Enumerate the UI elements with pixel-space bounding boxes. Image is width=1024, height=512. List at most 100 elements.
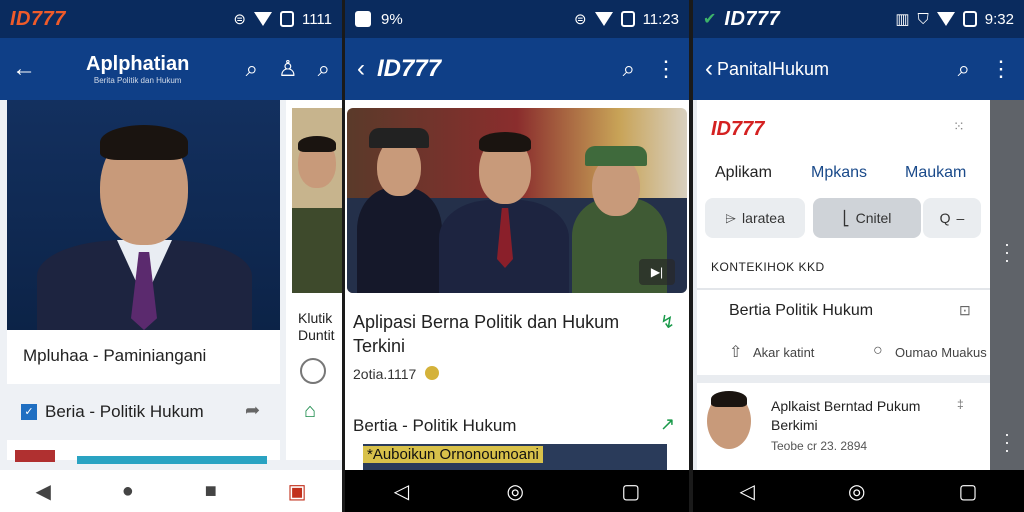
share-icon[interactable]: ⇧ (729, 342, 742, 362)
officer-cap (369, 128, 429, 148)
news-item[interactable]: Aplkaist Berntad Pukum Berkimi ‡ Teobe c… (697, 383, 990, 473)
sync-icon: ⊜ (233, 11, 246, 28)
logo-text: ID777 (711, 118, 765, 140)
search-button[interactable]: Q – (923, 198, 981, 238)
filter-button-2[interactable]: ⎣ Cnitel (813, 198, 921, 238)
tab-3[interactable]: Maukam (905, 164, 966, 182)
checkbox-icon[interactable]: ✓ (21, 404, 37, 420)
clock: 1111 (301, 10, 332, 28)
headline-title[interactable]: Aplipasi Berna Politik dan Hukum Terkini (353, 310, 633, 358)
recents-nav-icon[interactable]: ▢ (959, 479, 978, 504)
home-nav-icon[interactable]: ◎ (848, 479, 865, 504)
side-preview-card[interactable]: Klutik Duntit ⌂ (286, 100, 342, 460)
video-badge-icon[interactable]: ▶| (639, 259, 675, 285)
recents-nav-icon[interactable]: ■ (205, 480, 217, 503)
options-icon[interactable]: ‡ (957, 397, 964, 411)
app-notification-icon (355, 11, 371, 27)
filter-icon: ⎣ (842, 209, 850, 226)
clock: 9:32 (984, 10, 1014, 28)
back-chevron-icon[interactable]: ‹ (357, 55, 365, 83)
filter-button-1[interactable]: ⌲ laratea (705, 198, 805, 238)
circle-icon[interactable]: ○ (873, 342, 883, 360)
back-chevron-icon[interactable]: ‹ (705, 55, 713, 83)
app-title-block: Aplphatian Berita Politik dan Hukum (86, 53, 189, 85)
preview-hair (298, 136, 336, 152)
status-bar: ID777 ⊜ 1111 (0, 0, 342, 38)
avatar-hair (711, 391, 747, 407)
app-title: Aplphatian (86, 53, 190, 75)
vibrate-icon: ▥ (895, 11, 910, 28)
app-title: ID777 (377, 55, 442, 82)
app-bar: ← Aplphatian Berita Politik dan Hukum ⌕ … (0, 38, 342, 100)
share-arrow-icon[interactable]: ➦ (245, 400, 260, 421)
tag-icon: ⌲ (725, 209, 737, 226)
phone-screen-1: ID777 ⊜ 1111 ← Aplphatian Berita Politik… (0, 0, 342, 512)
more-icon-1[interactable]: · · · (1004, 235, 1010, 269)
status-bar: 9% ⊜ 11:23 (345, 0, 689, 38)
search-icon[interactable]: ⌕ (623, 56, 635, 82)
grid-icon[interactable]: ⁙ (953, 118, 965, 135)
preview-uniform (292, 208, 342, 293)
status-bar: ✔ ID777 ▥ ⛉ 9:32 (693, 0, 1024, 38)
trend-icon-2: ↗ (660, 414, 676, 434)
brand-logo: ID777 (724, 7, 781, 30)
back-nav-icon[interactable]: ◀ (35, 479, 50, 504)
battery-icon (962, 11, 977, 27)
category-card: ID777 ⁙ Aplikam Mpkans Maukam ⌲ laratea ⎣… (697, 100, 990, 375)
tab-2[interactable]: Mpkans (811, 164, 867, 182)
filter-button-1-label: laratea (742, 210, 785, 226)
back-nav-icon[interactable]: ◁ (394, 479, 409, 504)
recents-nav-icon[interactable]: ▢ (621, 479, 640, 504)
topic-title: Bertia Politik Hukum (729, 302, 874, 319)
topic-card[interactable]: Bertia Politik Hukum ⊡ ⇧ Akar katint ○ O… (697, 288, 990, 376)
wifi-icon (594, 12, 613, 26)
back-arrow-icon[interactable]: ← (12, 55, 36, 83)
search-icon[interactable]: ⌕ (958, 56, 970, 82)
headline-meta: 2otia.1117 (353, 366, 417, 382)
preview-caption: *Auboikun Ornonoumoani (363, 446, 543, 463)
tab-1[interactable]: Aplikam (715, 164, 772, 182)
thumbnail-strip (15, 450, 55, 462)
home-nav-icon[interactable]: ● (122, 480, 134, 503)
search-button-label: Q (939, 210, 951, 226)
section-row[interactable]: ✓ Beria - Politik Hukum ➦ (7, 384, 280, 440)
clock: 11:23 (642, 10, 679, 28)
more-vert-icon[interactable]: ⋮ (655, 56, 677, 82)
scroll-rail: · · · · · · (990, 100, 1024, 470)
app-title: PanitalHukum (717, 58, 830, 79)
dropdown-icon: – (956, 210, 965, 226)
wifi-icon (253, 12, 272, 26)
section-label: Beria - Politik Hukum (45, 402, 204, 421)
profile-card[interactable]: Mpluhaa - Paminiangani ✓ Beria - Politik… (7, 100, 280, 464)
navigation-bar: ◁ ◎ ▢ (345, 470, 689, 512)
headline-photo: ▶| (347, 108, 687, 293)
action-1[interactable]: Akar katint (753, 345, 814, 360)
trend-icon: ↯ (660, 312, 676, 332)
more-vert-icon[interactable]: ⋮ (990, 56, 1012, 82)
section-caps: KONTEKIHOK KKD (711, 260, 825, 274)
action-2[interactable]: Oumao Muakus (895, 345, 987, 360)
home-nav-icon[interactable]: ◎ (507, 479, 524, 504)
wifi-icon (936, 12, 955, 26)
back-nav-icon[interactable]: ◁ (740, 479, 755, 504)
portrait-photo (7, 100, 280, 330)
home-icon[interactable]: ⌂ (304, 400, 316, 423)
brand-logo: ID777 (10, 7, 66, 30)
battery-icon (279, 11, 294, 27)
center-man-hair (479, 132, 531, 152)
news-meta: Teobe cr 23. 2894 (771, 439, 868, 453)
left-officer (357, 188, 442, 293)
search-icon[interactable]: ⌕ (246, 56, 258, 82)
more-icon-2[interactable]: · · · (1004, 425, 1010, 459)
notification-app-icon[interactable]: ▣ (288, 479, 307, 504)
person-icon[interactable]: ♙ (278, 56, 298, 82)
emoji-icon (425, 366, 439, 380)
section-card[interactable]: Bertia - Politik Hukum ↗ *Auboikun Ornon… (345, 400, 689, 470)
bookmark-icon[interactable]: ⊡ (959, 302, 971, 319)
headline-card[interactable]: ▶| Aplipasi Berna Politik dan Hukum Terk… (345, 100, 689, 400)
battery-icon (620, 11, 635, 27)
app-bar: ‹ PanitalHukum ⌕ ⋮ (693, 38, 1024, 100)
search-icon-2[interactable]: ⌕ (318, 56, 330, 82)
preview-title: Klutik Duntit (298, 310, 335, 343)
phone-screen-3: ✔ ID777 ▥ ⛉ 9:32 ‹ PanitalHukum ⌕ ⋮ ID77… (693, 0, 1024, 512)
